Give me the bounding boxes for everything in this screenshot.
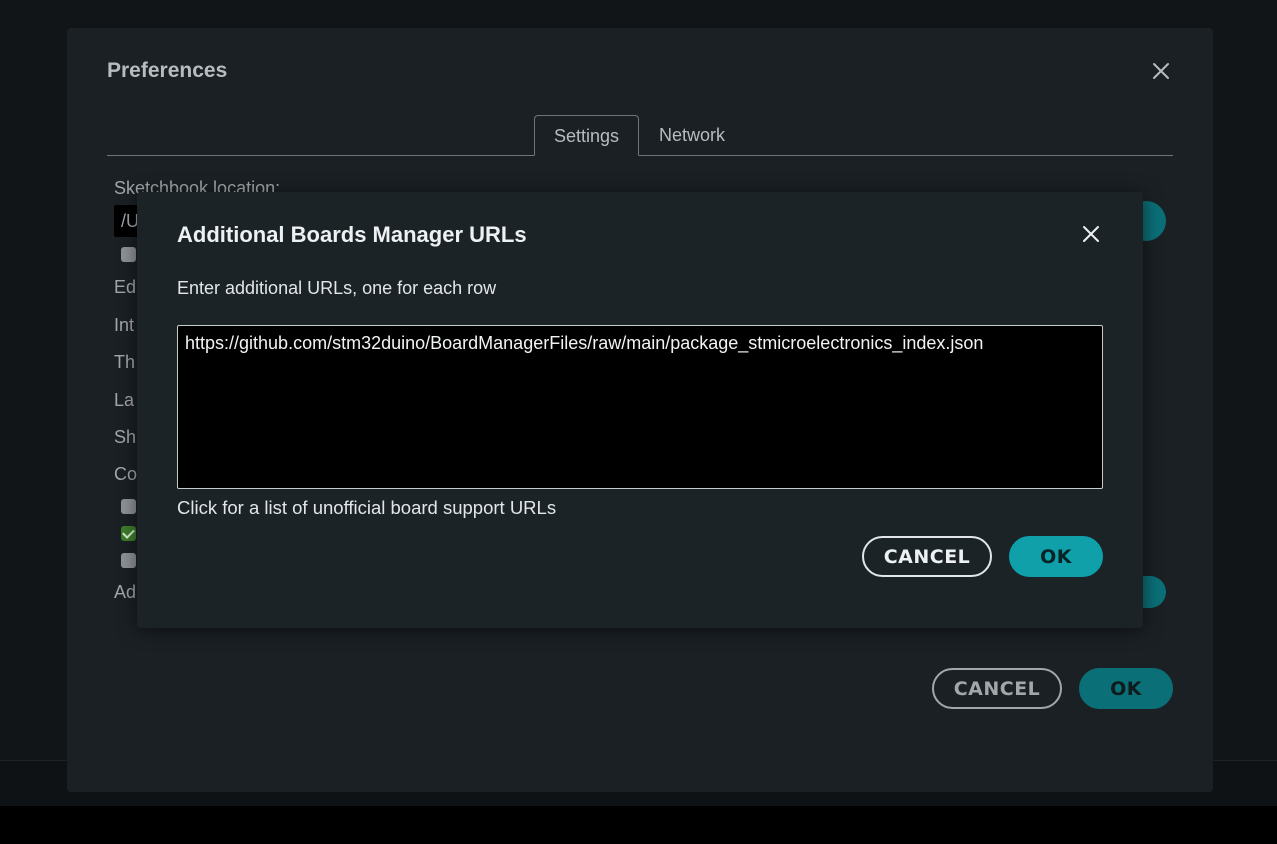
theme-label: Th bbox=[114, 352, 136, 372]
additional-urls-label: Ad bbox=[114, 582, 137, 602]
tab-network[interactable]: Network bbox=[647, 115, 737, 156]
pref-checkbox[interactable] bbox=[121, 247, 136, 262]
pref-checkbox[interactable] bbox=[121, 499, 136, 514]
preferences-ok-button[interactable]: OK bbox=[1079, 668, 1173, 709]
show-label: Sh bbox=[114, 427, 137, 447]
pref-checkbox-checked[interactable] bbox=[121, 526, 136, 541]
pref-checkbox[interactable] bbox=[121, 553, 136, 568]
preferences-cancel-button[interactable]: CANCEL bbox=[932, 668, 1062, 709]
close-icon[interactable] bbox=[1078, 221, 1104, 247]
language-label: La bbox=[114, 390, 135, 410]
cancel-button[interactable]: CANCEL bbox=[862, 536, 992, 577]
editor-label: Ed bbox=[114, 277, 137, 297]
tab-settings[interactable]: Settings bbox=[534, 115, 639, 156]
interface-label: Int bbox=[114, 315, 135, 335]
ok-button[interactable]: OK bbox=[1009, 536, 1103, 577]
unofficial-urls-link[interactable]: Click for a list of unofficial board sup… bbox=[177, 497, 556, 519]
close-icon[interactable] bbox=[1148, 58, 1174, 84]
boards-manager-urls-dialog: Additional Boards Manager URLs Enter add… bbox=[137, 192, 1143, 628]
tabs-divider bbox=[107, 155, 1173, 156]
urls-textarea[interactable]: https://github.com/stm32duino/BoardManag… bbox=[177, 325, 1103, 489]
dialog-description: Enter additional URLs, one for each row bbox=[177, 278, 497, 298]
dialog-title: Additional Boards Manager URLs bbox=[177, 222, 527, 247]
compiler-label: Co bbox=[114, 464, 138, 484]
bottom-bar bbox=[0, 806, 1277, 844]
preferences-title: Preferences bbox=[107, 59, 228, 82]
